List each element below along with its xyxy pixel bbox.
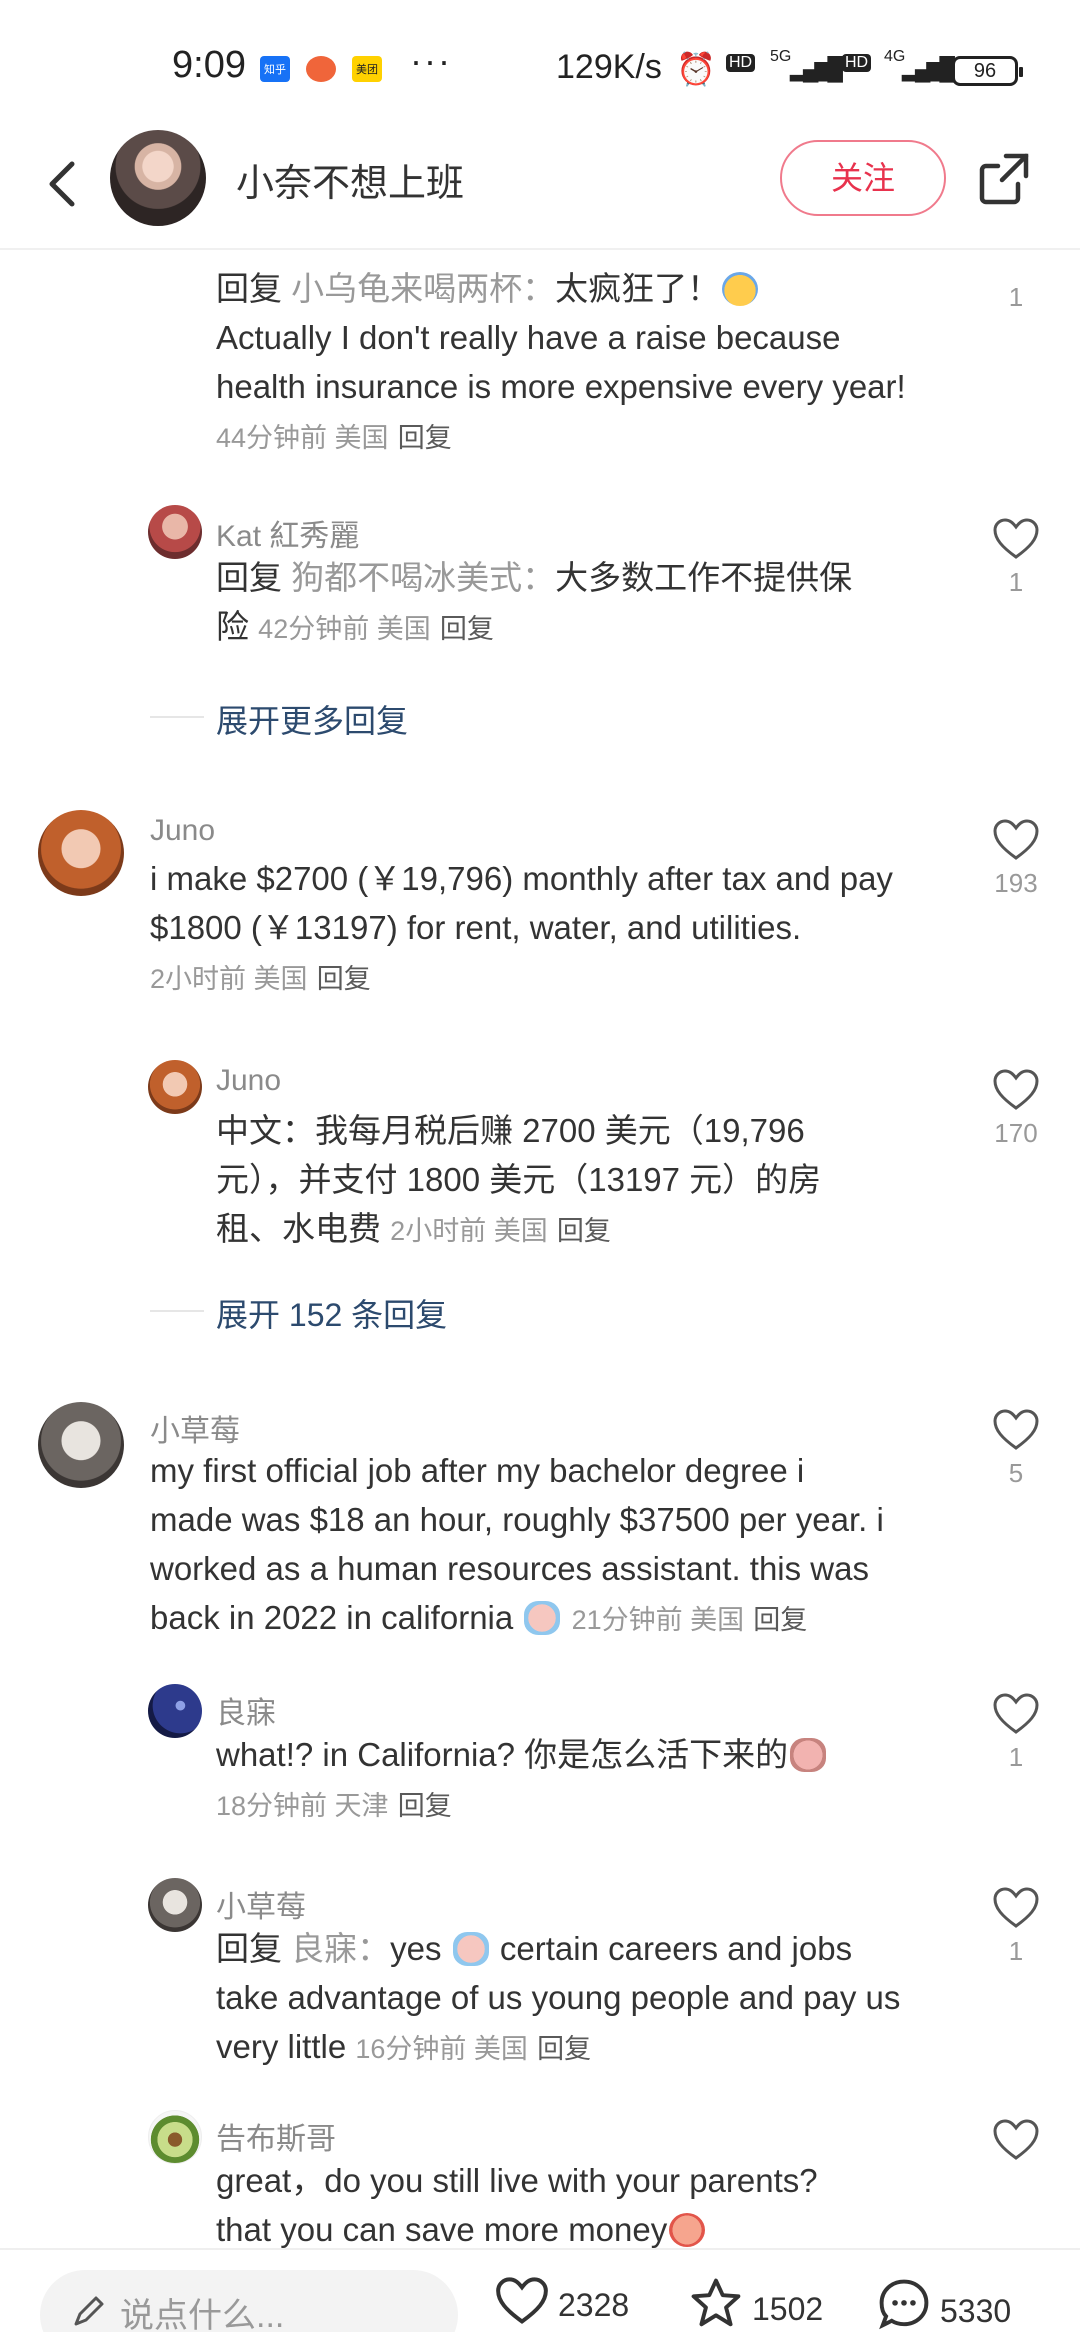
crying-emoji-icon xyxy=(524,1601,561,1635)
back-button[interactable] xyxy=(36,154,96,214)
like-post-button[interactable]: 2328 xyxy=(494,2276,629,2326)
username[interactable]: 小草莓 xyxy=(150,1406,240,1450)
pencil-icon xyxy=(74,2296,104,2326)
heart-icon xyxy=(993,518,1039,559)
user-avatar[interactable] xyxy=(148,1878,202,1932)
username[interactable]: Juno xyxy=(216,1064,281,1098)
divider xyxy=(150,716,204,718)
expand-replies-button[interactable]: 展开 152 条回复 xyxy=(216,1290,447,1336)
reply-text: 中文：我每月税后赚 2700 美元（19,796 元），并支付 1800 美元（… xyxy=(216,1112,822,1247)
signal-5g-label: 5G xyxy=(770,48,792,65)
collect-post-button[interactable]: 1502 xyxy=(688,2276,823,2330)
heart-icon xyxy=(993,1069,1039,1110)
heart-icon xyxy=(993,1887,1039,1928)
user-avatar[interactable] xyxy=(148,505,202,559)
pig-emoji-icon xyxy=(790,1738,827,1772)
expand-more-replies-button[interactable]: 展开更多回复 xyxy=(216,696,408,742)
like-button[interactable] xyxy=(984,2118,1048,2162)
status-time: 9:09 xyxy=(172,44,246,86)
user-avatar[interactable] xyxy=(148,1684,202,1738)
like-button[interactable]: 1 xyxy=(984,517,1048,598)
fearful-emoji-icon xyxy=(722,272,759,306)
reply-button[interactable]: 回复 xyxy=(398,1791,452,1821)
signal-bars-icon-2: ▂▄▆█ xyxy=(902,56,955,81)
reply-text: 回复 小乌龟来喝两杯：太疯狂了！ Actually I don't really… xyxy=(216,270,906,453)
hd-icon-2: HD xyxy=(842,54,872,72)
like-button[interactable]: 1 xyxy=(984,1692,1048,1773)
alarm-icon: ⏰ xyxy=(676,51,716,87)
chevron-left-icon xyxy=(49,161,75,207)
comment-placeholder: 说点什么... xyxy=(120,2297,285,2332)
battery-icon: 96 xyxy=(952,56,1023,86)
reply-text: great，do you still live with your parent… xyxy=(216,2162,818,2248)
user-avatar[interactable] xyxy=(148,1060,202,1114)
meituan-app-icon: 美团 xyxy=(352,56,382,82)
signal-bars-icon: ▂▄▆█ xyxy=(790,56,843,81)
reply-button[interactable]: 回复 xyxy=(440,614,494,644)
comment-text: i make $2700 (￥19,796) monthly after tax… xyxy=(150,860,893,994)
comment-input[interactable]: 说点什么... xyxy=(40,2270,458,2332)
like-button[interactable]: 5 xyxy=(984,1408,1048,1489)
reply-button[interactable]: 回复 xyxy=(557,1216,611,1246)
hd-icon: HD xyxy=(726,54,756,72)
like-button[interactable]: 170 xyxy=(984,1068,1048,1149)
heart-icon xyxy=(993,1409,1039,1450)
heart-icon xyxy=(993,819,1039,860)
reply-text: 回复 良寐：yes certain careers and jobs take … xyxy=(216,1930,901,2065)
bottom-action-bar: 说点什么... 2328 1502 5330 xyxy=(0,2248,1080,2332)
like-button[interactable]: 193 xyxy=(984,818,1048,899)
profile-header: 小奈不想上班 关注 xyxy=(0,126,1080,250)
reply-text: 回复 狗都不喝冰美式：大多数工作不提供保 险 42分钟前 美国 回复 xyxy=(216,559,853,645)
divider xyxy=(150,1310,204,1312)
username[interactable]: 良寐 xyxy=(216,1688,276,1732)
user-avatar[interactable] xyxy=(38,810,124,896)
more-notifications-icon: ··· xyxy=(410,40,452,81)
star-icon xyxy=(691,2278,741,2327)
author-avatar[interactable] xyxy=(110,130,206,226)
comments-count-button[interactable]: 5330 xyxy=(876,2276,1011,2332)
reply-button[interactable]: 回复 xyxy=(537,2034,591,2064)
username[interactable]: 小草莓 xyxy=(216,1882,306,1926)
heart-icon xyxy=(993,1693,1039,1734)
like-button[interactable]: 1 xyxy=(984,1886,1048,1967)
heart-icon xyxy=(993,2119,1039,2160)
zhihu-app-icon: 知乎 xyxy=(260,56,290,82)
share-button[interactable] xyxy=(976,150,1032,206)
username[interactable]: Kat 紅秀麗 xyxy=(216,511,359,555)
username[interactable]: 告布斯哥 xyxy=(216,2114,336,2158)
comments-list[interactable]: 回复 小乌龟来喝两杯：太疯狂了！ Actually I don't really… xyxy=(0,250,1080,2248)
like-button[interactable]: 1 xyxy=(984,276,1048,313)
author-name[interactable]: 小奈不想上班 xyxy=(236,152,464,207)
heart-icon xyxy=(496,2277,548,2324)
status-bar: 9:09 知乎 美团 ··· 129K/s ⏰ HD 5G ▂▄▆█ HD 4G… xyxy=(0,0,1080,140)
reply-button[interactable]: 回复 xyxy=(753,1605,807,1635)
reply-text: what!? in California? 你是怎么活下来的 18分钟前 天津 … xyxy=(216,1730,956,1831)
reply-button[interactable]: 回复 xyxy=(317,964,371,994)
user-avatar[interactable] xyxy=(38,1402,124,1488)
follow-button[interactable]: 关注 xyxy=(780,140,946,216)
crying-emoji-icon xyxy=(452,1932,489,1966)
user-avatar[interactable] xyxy=(148,2110,202,2164)
laughing-emoji-icon xyxy=(669,2213,706,2247)
comment-bubble-icon xyxy=(879,2279,929,2330)
comment-text: my first official job after my bachelor … xyxy=(150,1452,884,1636)
username[interactable]: Juno xyxy=(150,814,215,848)
share-icon xyxy=(979,153,1029,205)
network-speed: 129K/s xyxy=(556,48,662,86)
app-notification-icon xyxy=(306,56,336,82)
reply-button[interactable]: 回复 xyxy=(398,423,452,453)
